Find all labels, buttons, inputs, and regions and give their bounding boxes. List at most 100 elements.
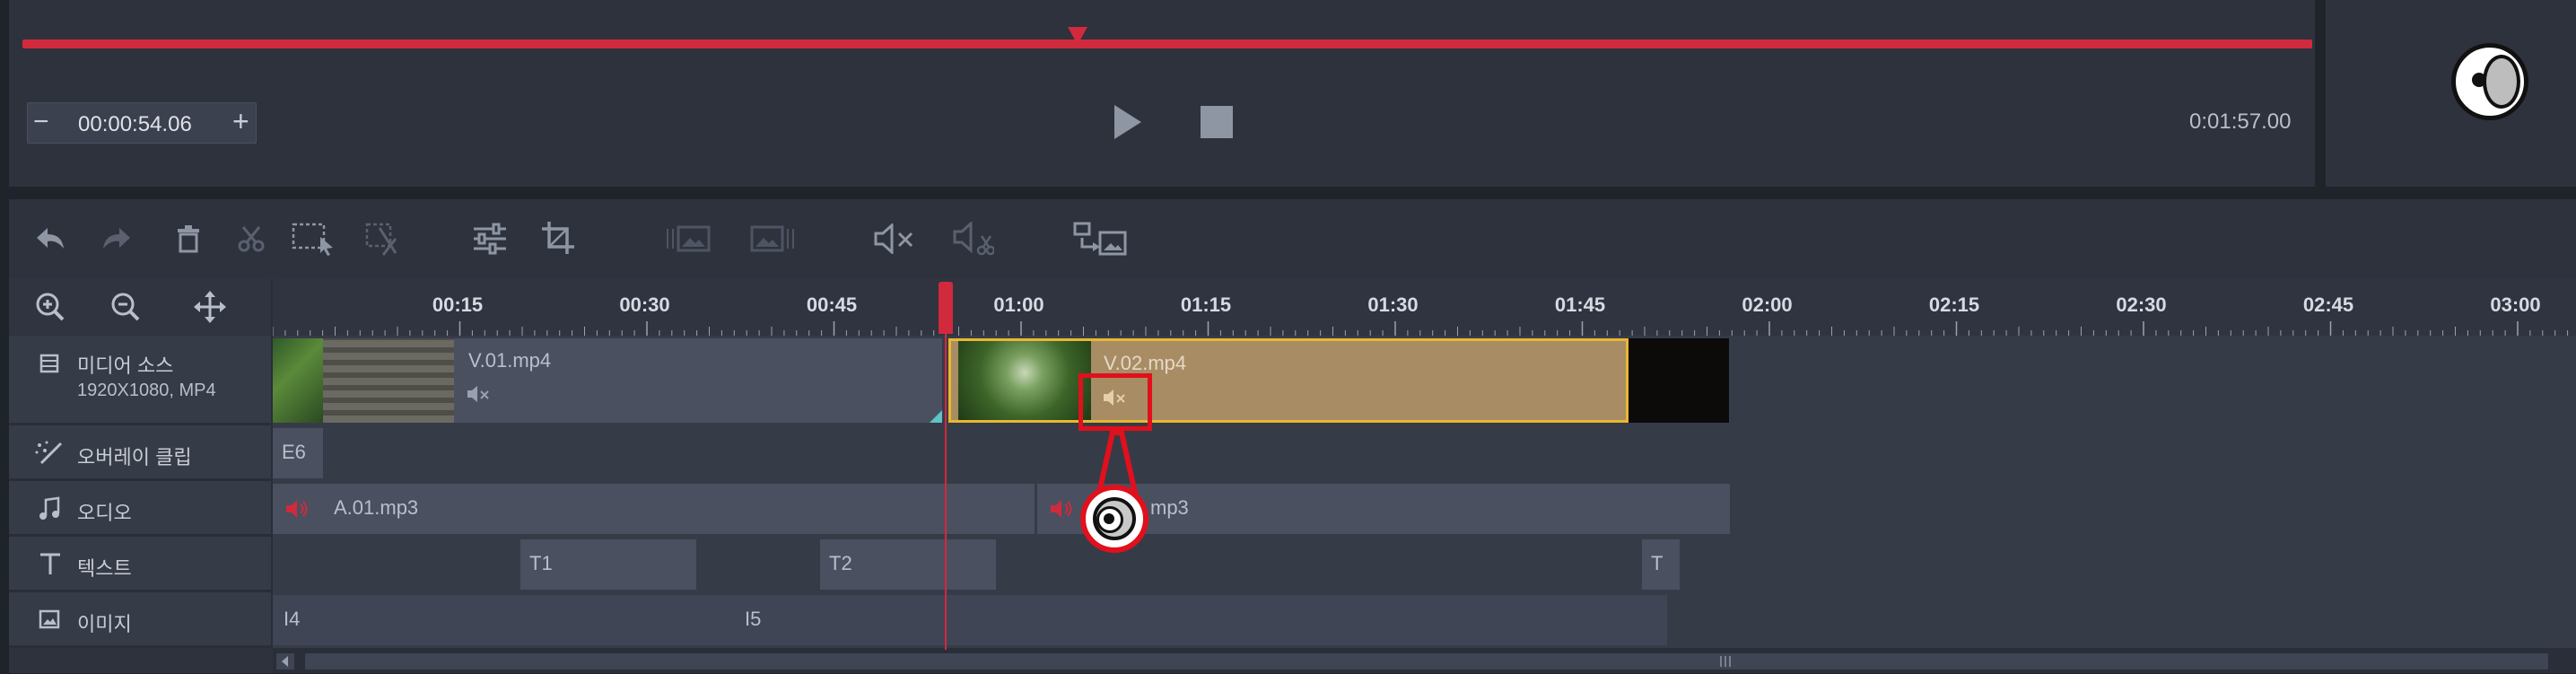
total-duration: 0:01:57.00 — [2189, 109, 2292, 134]
side-panel — [2326, 0, 2576, 187]
playhead-handle[interactable] — [939, 282, 953, 334]
fit-button[interactable] — [192, 289, 228, 325]
clip-name: V.02.mp4 — [1104, 352, 1187, 374]
ruler-tick-label: 00:45 — [806, 293, 858, 316]
clip-thumbnail — [958, 341, 1091, 420]
track-label: 오디오 — [77, 502, 132, 524]
replace-icon — [1073, 222, 1127, 256]
video-clip-selected[interactable]: V.02.mp4 — [948, 338, 1629, 423]
play-button[interactable] — [1108, 101, 1148, 144]
timeline-scrollbar[interactable] — [273, 650, 2576, 673]
scroll-left-arrow[interactable] — [276, 653, 294, 670]
music-note-icon — [38, 495, 61, 522]
click-marker-icon — [1080, 485, 1148, 553]
track-label-image[interactable]: 이미지 — [9, 592, 273, 648]
speaker-icon[interactable] — [285, 498, 310, 520]
scrollbar-thumb[interactable] — [305, 653, 2548, 670]
audio-split-icon — [953, 222, 994, 256]
clip-black-tail — [1629, 338, 1729, 423]
mute-button[interactable] — [872, 219, 917, 258]
crop-button[interactable] — [537, 217, 580, 258]
cut-button[interactable] — [233, 221, 269, 257]
image-right-button[interactable] — [748, 221, 797, 257]
zoom-in-icon — [36, 293, 65, 321]
text-clip[interactable]: T1 — [520, 539, 696, 590]
time-stepper: − 00:00:54.06 + — [27, 102, 257, 144]
ruler-tick-label: 01:15 — [1180, 293, 1232, 316]
zoom-out-icon — [111, 293, 140, 321]
audio-split-button[interactable] — [951, 219, 996, 260]
zoom-in-button[interactable] — [34, 291, 66, 323]
film-icon — [38, 352, 61, 375]
clip-name: T — [1651, 552, 1663, 574]
delete-icon — [178, 225, 199, 253]
speaker-icon[interactable] — [1050, 498, 1075, 520]
ruler-tick-label: 01:45 — [1554, 293, 1606, 316]
track-overlay — [273, 425, 2576, 484]
crop-icon — [542, 222, 574, 254]
audio-clip[interactable]: A.01.mp3 — [273, 484, 1035, 534]
ruler-ticks — [273, 321, 2569, 336]
preview-panel: − 00:00:54.06 + 0:01:57.00 — [9, 0, 2315, 187]
delete-button[interactable] — [170, 221, 206, 257]
overlay-clip[interactable]: E6 — [273, 428, 323, 478]
ruler-tick-label: 01:00 — [993, 293, 1044, 316]
image-clip[interactable]: I5 — [734, 595, 1667, 645]
stop-button[interactable] — [1197, 102, 1236, 142]
track-label: 텍스트 — [77, 557, 132, 580]
zoom-out-button[interactable] — [109, 291, 142, 323]
ruler-tick-label: 00:30 — [619, 293, 670, 316]
highlight-box — [1078, 373, 1152, 431]
adjust-button[interactable] — [468, 219, 511, 258]
track-label-text[interactable]: 텍스트 — [9, 537, 273, 592]
ruler-tick-label: 00:15 — [432, 293, 484, 316]
split-icon — [365, 223, 397, 256]
time-decrement-button[interactable]: − — [33, 107, 49, 137]
magic-wand-icon — [34, 440, 65, 467]
select-button[interactable] — [291, 219, 337, 258]
clip-name: E6 — [282, 441, 306, 463]
clip-thumbnail — [273, 338, 323, 423]
track-label: 미디어 소스 — [77, 355, 174, 377]
text-clip[interactable]: T2 — [820, 539, 996, 590]
adjust-icon — [474, 223, 506, 255]
image-right-icon — [750, 225, 794, 252]
image-left-button[interactable] — [664, 221, 712, 257]
ruler-tick-label: 02:30 — [2116, 293, 2167, 316]
time-input[interactable]: 00:00:54.06 — [78, 112, 192, 137]
video-clip[interactable]: V.01.mp4 — [273, 338, 942, 423]
muted-speaker-icon[interactable] — [467, 383, 492, 405]
undo-button[interactable] — [32, 221, 68, 257]
select-icon — [292, 223, 333, 256]
redo-button[interactable] — [99, 221, 135, 257]
clip-thumbnail — [323, 338, 454, 423]
split-button[interactable] — [359, 219, 404, 258]
image-clip[interactable]: I4 — [273, 595, 770, 645]
time-ruler[interactable] — [273, 278, 2576, 336]
preview-progress-bar[interactable] — [22, 39, 2312, 48]
cursor-indicator-icon — [2451, 43, 2528, 120]
track-label-audio[interactable]: 오디오 — [9, 481, 273, 537]
text-clip[interactable]: T — [1642, 539, 1680, 590]
clip-name: I4 — [284, 608, 301, 630]
progress-marker[interactable] — [1068, 27, 1087, 45]
replace-button[interactable] — [1071, 217, 1129, 260]
clip-name: A.01.mp3 — [334, 496, 419, 519]
image-left-icon — [667, 225, 711, 252]
playhead-line[interactable] — [945, 334, 947, 650]
ruler-tick-label: 03:00 — [2490, 293, 2541, 316]
track-label-overlay[interactable]: 오버레이 클립 — [9, 425, 273, 481]
track-label: 이미지 — [77, 613, 132, 635]
image-icon — [38, 607, 61, 632]
track-label-media[interactable]: 미디어 소스 1920X1080, MP4 — [9, 336, 273, 425]
move-icon — [194, 291, 226, 323]
undo-icon — [37, 228, 64, 249]
mute-icon — [874, 223, 913, 254]
time-increment-button[interactable]: + — [232, 105, 249, 138]
ruler-controls — [9, 278, 273, 336]
stop-icon — [1201, 106, 1233, 138]
ruler-tick-label: 02:45 — [2302, 293, 2354, 316]
clip-name: T2 — [829, 552, 852, 574]
play-icon — [1114, 105, 1141, 139]
ruler-tick-label: 01:30 — [1367, 293, 1419, 316]
